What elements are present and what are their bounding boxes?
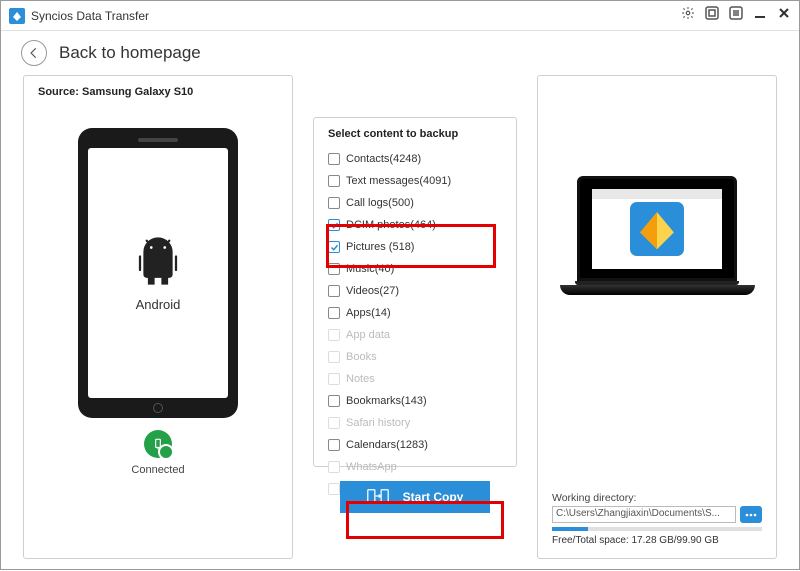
source-label: Source: Samsung Galaxy S10 — [38, 86, 278, 98]
content-item-label: Safari history — [346, 417, 410, 429]
content-item[interactable]: Videos(27) — [328, 282, 502, 300]
checkbox[interactable] — [328, 307, 340, 319]
working-directory-label: Working directory: — [552, 492, 762, 504]
checkbox[interactable] — [328, 241, 340, 253]
checkbox — [328, 483, 340, 495]
content-item-label: Books — [346, 351, 377, 363]
start-copy-label: Start Copy — [403, 490, 464, 504]
content-item-label: DCIM photos(464) — [346, 219, 436, 231]
page-title: Back to homepage — [59, 43, 201, 63]
window-icon[interactable] — [705, 6, 719, 25]
content-item-label: Music(40) — [346, 263, 394, 275]
content-item-label: WhatsApp — [346, 461, 397, 473]
content-item: Notes — [328, 370, 502, 388]
content-select-panel: Select content to backup Contacts(4248) T… — [313, 75, 517, 559]
page-header: Back to homepage — [1, 31, 799, 75]
connected-icon — [144, 430, 172, 458]
working-directory-path[interactable]: C:\Users\Zhangjiaxin\Documents\S... — [552, 506, 736, 523]
content-item[interactable]: Calendars(1283) — [328, 436, 502, 454]
back-button[interactable] — [21, 40, 47, 66]
start-copy-button[interactable]: Start Copy — [340, 481, 490, 513]
content-item: Books — [328, 348, 502, 366]
syncios-logo-icon — [630, 202, 684, 256]
content-item-label: Bookmarks(143) — [346, 395, 427, 407]
main-content: Source: Samsung Galaxy S10 Android Conne… — [1, 75, 799, 571]
target-panel: Working directory: C:\Users\Zhangjiaxin\… — [537, 75, 777, 559]
checkbox[interactable] — [328, 197, 340, 209]
content-item-label: Videos(27) — [346, 285, 399, 297]
checkbox[interactable] — [328, 285, 340, 297]
checkbox — [328, 329, 340, 341]
content-item-label: Pictures (518) — [346, 241, 414, 253]
content-item[interactable]: Bookmarks(143) — [328, 392, 502, 410]
checkbox — [328, 373, 340, 385]
transfer-icon — [367, 487, 389, 508]
content-item[interactable]: Contacts(4248) — [328, 150, 502, 168]
source-panel: Source: Samsung Galaxy S10 Android Conne… — [23, 75, 293, 559]
content-item: WhatsApp — [328, 458, 502, 476]
title-bar: Syncios Data Transfer — [1, 1, 799, 31]
content-item-label: Notes — [346, 373, 375, 385]
checkbox[interactable] — [328, 219, 340, 231]
content-select-title: Select content to backup — [328, 128, 502, 140]
content-item-label: Apps(14) — [346, 307, 391, 319]
settings-icon[interactable] — [681, 6, 695, 25]
disk-space-label: Free/Total space: 17.28 GB/99.90 GB — [552, 535, 762, 546]
content-item-label: Contacts(4248) — [346, 153, 421, 165]
content-item-label: App data — [346, 329, 390, 341]
content-item: App data — [328, 326, 502, 344]
content-item-label: Call logs(500) — [346, 197, 414, 209]
laptop-illustration — [560, 176, 755, 316]
app-title: Syncios Data Transfer — [31, 9, 681, 23]
content-item[interactable]: Apps(14) — [328, 304, 502, 322]
disk-space-bar — [552, 527, 762, 531]
checkbox[interactable] — [328, 395, 340, 407]
checkbox — [328, 351, 340, 363]
content-item[interactable]: Call logs(500) — [328, 194, 502, 212]
checkbox[interactable] — [328, 439, 340, 451]
connection-label: Connected — [131, 464, 184, 476]
checkbox[interactable] — [328, 263, 340, 275]
minimize-icon[interactable] — [753, 6, 767, 25]
content-item[interactable]: Pictures (518) — [328, 238, 502, 256]
content-item[interactable]: Text messages(4091) — [328, 172, 502, 190]
content-item: Safari history — [328, 414, 502, 432]
content-item-label: Text messages(4091) — [346, 175, 451, 187]
checkbox[interactable] — [328, 175, 340, 187]
window-controls — [681, 6, 791, 25]
content-item[interactable]: Music(40) — [328, 260, 502, 278]
menu-icon[interactable] — [729, 6, 743, 25]
android-icon — [131, 234, 185, 293]
content-item-list: Contacts(4248) Text messages(4091) Call lo… — [328, 150, 502, 498]
browse-button[interactable] — [740, 506, 762, 523]
checkbox[interactable] — [328, 153, 340, 165]
checkbox — [328, 417, 340, 429]
os-label: Android — [136, 297, 181, 312]
working-directory-block: Working directory: C:\Users\Zhangjiaxin\… — [552, 492, 762, 546]
close-icon[interactable] — [777, 6, 791, 25]
app-logo-icon — [9, 8, 25, 24]
content-item[interactable]: DCIM photos(464) — [328, 216, 502, 234]
content-item-label: Calendars(1283) — [346, 439, 428, 451]
checkbox — [328, 461, 340, 473]
connection-status: Connected — [38, 430, 278, 476]
phone-illustration: Android — [78, 128, 238, 418]
content-select-box: Select content to backup Contacts(4248) T… — [313, 117, 517, 467]
